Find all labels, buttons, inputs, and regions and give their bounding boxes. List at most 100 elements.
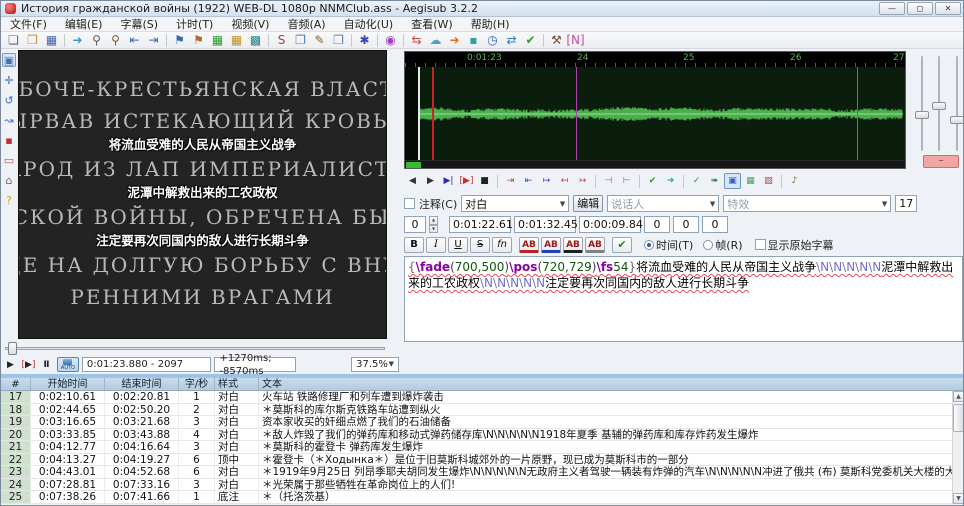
margin-vertical-field[interactable]: 0 <box>702 216 728 233</box>
video-display[interactable]: РАБОЧЕ-КРЕСТЬЯНСКАЯ ВЛАСТЬ,ВЫРВАВ ИСТЕКА… <box>18 50 387 339</box>
prev-line-icon[interactable]: ◀ <box>404 173 421 189</box>
auto-next-icon[interactable]: ➠ <box>706 173 723 189</box>
waveform-area[interactable] <box>405 67 905 161</box>
subtitle-row-25[interactable]: 250:07:38.260:07:41.661底注＊（托洛茨基） <box>1 491 964 504</box>
resample-resolution-icon[interactable]: ➜ <box>445 32 464 48</box>
time-radio-label[interactable]: 时间(T) <box>656 237 693 253</box>
pen-icon[interactable]: ✎ <box>310 32 329 48</box>
close-button[interactable]: ✕ <box>935 2 961 15</box>
grid-column-header[interactable]: # <box>1 378 31 390</box>
strikeout-button[interactable]: S <box>470 237 490 253</box>
grid-scrollbar[interactable]: ▲ ▼ <box>952 391 964 504</box>
help-icon[interactable]: ? <box>2 193 16 207</box>
end-time-field[interactable]: 0:01:32.45 <box>514 216 576 233</box>
video-auto-seek-toggle[interactable]: AUTO <box>57 357 79 372</box>
play-500-last-icon[interactable]: ↤ <box>556 173 573 189</box>
frame-radio-label[interactable]: 帧(R) <box>715 237 742 253</box>
spectrum-mode-icon[interactable]: ▦ <box>742 173 759 189</box>
select-lines-icon[interactable]: ☁ <box>426 32 445 48</box>
find-icon[interactable]: ⚲ <box>87 32 106 48</box>
timing-postprocessor-icon[interactable]: ◷ <box>483 32 502 48</box>
video-seek-slider[interactable] <box>3 342 387 355</box>
jump-to-icon[interactable]: ➜ <box>68 32 87 48</box>
subtitle-row-18[interactable]: 180:02:44.650:02:50.202对白＊莫斯科的库尔斯克铁路车站遭到… <box>1 404 964 417</box>
style-dropdown[interactable]: 对白 ▼ <box>461 195 569 212</box>
seek-thumb[interactable] <box>8 342 17 355</box>
italic-button[interactable]: I <box>426 237 446 253</box>
styling-assistant-icon[interactable]: S <box>272 32 291 48</box>
menu-view[interactable]: 查看(W) <box>402 18 461 32</box>
menu-audio[interactable]: 音频(A) <box>278 18 334 32</box>
vector-clip-icon[interactable]: ⌂ <box>2 173 16 187</box>
translation-assistant-icon[interactable]: ❐ <box>291 32 310 48</box>
menu-video[interactable]: 视频(V) <box>222 18 278 32</box>
volume-slider[interactable] <box>950 56 964 151</box>
font-button[interactable]: fn <box>492 237 512 253</box>
subtitle-row-20[interactable]: 200:03:33.850:03:43.884对白＊敌人炸毁了我们的弹药库和移动… <box>1 429 964 442</box>
shadow-color-button[interactable]: AB <box>585 237 605 253</box>
video-play-button[interactable]: ▶ <box>3 357 18 372</box>
subtitle-row-22[interactable]: 220:04:13.270:04:19.276顶中＊霍登卡（＊Ходынка＊）… <box>1 454 964 467</box>
video-zoom-dropdown[interactable]: 37.5% ▼ <box>351 357 399 372</box>
time-radio[interactable] <box>644 240 654 250</box>
subtitle-row-24[interactable]: 240:07:28.810:07:33.163对白＊光荣属于那些牺牲在革命岗位上… <box>1 479 964 492</box>
stop-icon[interactable]: ■ <box>476 173 493 189</box>
subtitle-row-19[interactable]: 190:03:16.650:03:21.683对白资本家收买的奸细点燃了我们的石… <box>1 416 964 429</box>
selection-start-marker[interactable] <box>432 67 434 161</box>
jump-video-start-icon[interactable]: ⇤ <box>125 32 144 48</box>
actor-dropdown[interactable]: 说话人 ▼ <box>607 195 719 212</box>
goto-selection-icon[interactable]: ➜ <box>662 173 679 189</box>
subtitle-text-editor[interactable]: {\fade(700,500)\pos(720,729)\fs54}将流血受难的… <box>404 256 963 342</box>
title-bar[interactable]: История гражданской войны (1922) WEB-DL … <box>1 1 964 17</box>
scroll-thumb[interactable] <box>953 404 964 432</box>
margin-left-field[interactable]: 0 <box>644 216 670 233</box>
scroll-down-icon[interactable]: ▼ <box>953 493 964 504</box>
secondary-color-button[interactable]: AB <box>541 237 561 253</box>
rotate-z-icon[interactable]: ↺ <box>2 93 16 107</box>
menu-edit[interactable]: 编辑(E) <box>56 18 112 32</box>
duration-field[interactable]: 0:00:09.84 <box>579 216 641 233</box>
play-line-icon[interactable]: ▶| <box>440 173 457 189</box>
play-500-first-icon[interactable]: ↦ <box>538 173 555 189</box>
next-line-icon[interactable]: ▶ <box>422 173 439 189</box>
menu-help[interactable]: 帮助(H) <box>462 18 519 32</box>
audio-scroll-position[interactable] <box>406 162 421 168</box>
primary-color-button[interactable]: AB <box>519 237 539 253</box>
seek-track[interactable] <box>5 347 385 350</box>
color-scheme-icon[interactable]: ▨ <box>760 173 777 189</box>
frame-radio[interactable] <box>703 240 713 250</box>
replace-icon[interactable]: ⚲ <box>106 32 125 48</box>
slider-thumb[interactable] <box>950 116 964 124</box>
menu-timing[interactable]: 计时(T) <box>167 18 222 32</box>
subtitle-row-23[interactable]: 230:04:43.010:04:52.686对白＊1919年9月25日 列昂季… <box>1 466 964 479</box>
start-time-field[interactable]: 0:01:22.61 <box>449 216 511 233</box>
menu-file[interactable]: 文件(F) <box>1 18 56 32</box>
commit-button[interactable]: ✔ <box>612 237 632 253</box>
slider-thumb[interactable] <box>932 102 946 110</box>
spin-up-icon[interactable]: ▲ <box>429 216 438 225</box>
underline-button[interactable]: U <box>448 237 468 253</box>
play-500-before-icon[interactable]: ⇥ <box>502 173 519 189</box>
rotate-xy-icon[interactable]: ↝ <box>2 113 16 127</box>
play-selection-icon[interactable]: [▶] <box>458 173 475 189</box>
lead-in-icon[interactable]: ⊣ <box>600 173 617 189</box>
save-file-icon[interactable]: ▦ <box>42 32 61 48</box>
show-original-label[interactable]: 显示原始字幕 <box>768 237 834 253</box>
open-file-icon[interactable]: ❒ <box>23 32 42 48</box>
outline-color-button[interactable]: AB <box>563 237 583 253</box>
vertical-zoom-slider[interactable] <box>932 56 946 151</box>
standard-mode-icon[interactable]: ▣ <box>2 53 16 67</box>
spin-down-icon[interactable]: ▼ <box>429 225 438 234</box>
effect-dropdown[interactable]: 特效 ▼ <box>723 195 891 212</box>
scale-icon[interactable]: ▪ <box>2 133 16 147</box>
new-file-icon[interactable]: ❏ <box>4 32 23 48</box>
menu-automation[interactable]: 自动化(U) <box>335 18 403 32</box>
edit-style-button[interactable]: 编辑 <box>573 195 603 212</box>
properties-flag-icon[interactable]: ⚑ <box>170 32 189 48</box>
horizontal-zoom-slider[interactable] <box>915 56 929 151</box>
commit-icon[interactable]: ✔ <box>644 173 661 189</box>
audio-display[interactable]: 0:01:2324252627 <box>404 51 906 169</box>
styles-manager-icon[interactable]: ▦ <box>227 32 246 48</box>
layer-spinner[interactable]: ▲▼ <box>429 216 438 233</box>
lead-out-icon[interactable]: ⊢ <box>618 173 635 189</box>
